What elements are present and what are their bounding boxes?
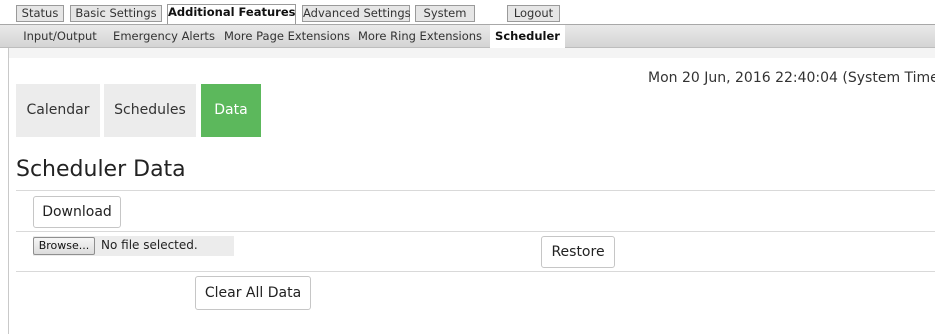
tab-additional-features[interactable]: Additional Features [167,4,296,24]
file-status-label: No file selected. [101,238,198,252]
download-button[interactable]: Download [33,196,121,228]
page-tab-calendar[interactable]: Calendar [16,84,100,137]
page-title: Scheduler Data [16,157,186,182]
subtab-more-page-extensions[interactable]: More Page Extensions [222,25,352,47]
divider [16,271,935,272]
clear-all-data-button[interactable]: Clear All Data [195,276,311,310]
restore-button[interactable]: Restore [541,236,615,268]
top-nav: Status Basic Settings Additional Feature… [0,0,935,24]
system-time: Mon 20 Jun, 2016 22:40:04 (System Time) [648,70,935,86]
tab-advanced-settings[interactable]: Advanced Settings [302,5,411,22]
content-left-border [8,48,9,334]
page-tab-data[interactable]: Data [201,84,261,137]
divider [16,190,935,191]
tab-logout[interactable]: Logout [507,5,560,22]
subtab-input-output[interactable]: Input/Output [14,25,106,47]
tab-basic-settings[interactable]: Basic Settings [70,5,162,22]
browse-button[interactable]: Browse... [33,237,95,255]
subtab-more-ring-extensions[interactable]: More Ring Extensions [354,25,486,47]
content-top-strip [8,48,935,58]
subtab-scheduler[interactable]: Scheduler [490,25,565,48]
tab-status[interactable]: Status [16,5,64,22]
divider [16,231,935,232]
sub-nav: Input/Output Emergency Alerts More Page … [0,24,935,48]
page-tab-schedules[interactable]: Schedules [104,84,196,137]
tab-system[interactable]: System [415,5,475,22]
subtab-emergency-alerts[interactable]: Emergency Alerts [108,25,220,47]
